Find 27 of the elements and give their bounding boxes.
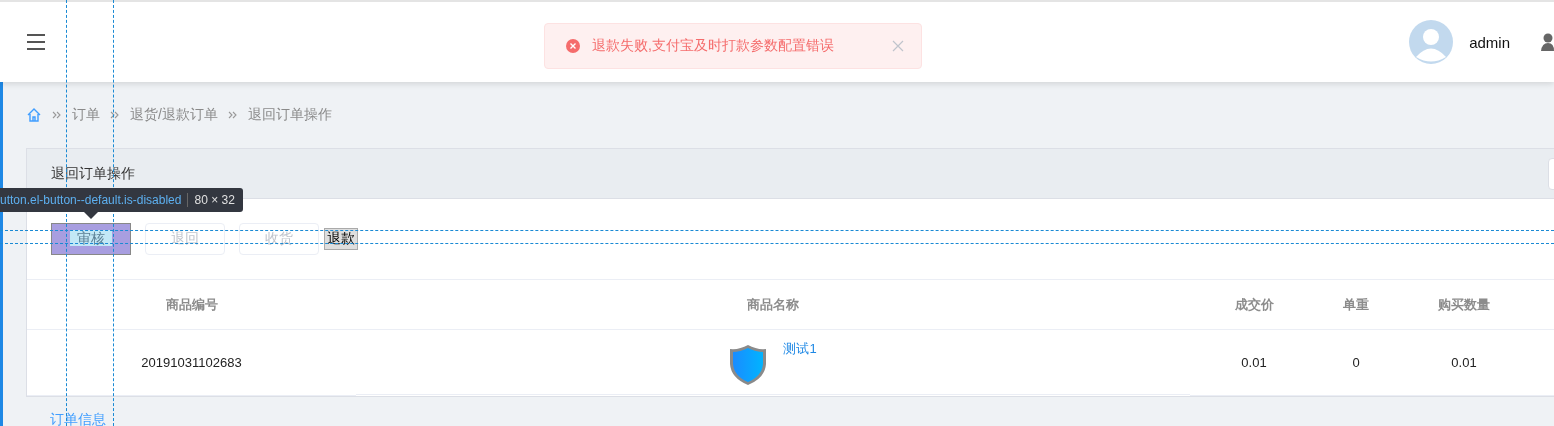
column-header: 单重 — [1318, 280, 1394, 330]
shield-icon — [729, 344, 768, 386]
column-header: 商品名称 — [356, 280, 1190, 330]
chevron-icon — [110, 110, 120, 120]
element-size: 80 × 32 — [194, 193, 235, 207]
error-icon — [566, 39, 580, 53]
user-name[interactable]: admin — [1469, 33, 1510, 51]
avatar-icon[interactable] — [1409, 20, 1454, 64]
breadcrumb-item[interactable]: 退货/退款订单 — [130, 106, 218, 124]
breadcrumb-item[interactable]: 订单 — [72, 106, 100, 124]
alert-message: 退款失败,支付宝及时打款参数配置错误 — [592, 37, 835, 55]
column-header: 成交价 — [1190, 280, 1318, 330]
table-cell: 0.01 — [1394, 330, 1534, 396]
home-icon[interactable] — [26, 107, 42, 123]
table-cell: 20191031102683 — [27, 330, 356, 396]
product-link[interactable]: 测试1 — [783, 340, 817, 358]
column-header: 购买数量 — [1394, 280, 1534, 330]
menu-icon[interactable] — [27, 34, 45, 50]
chevron-icon — [52, 110, 62, 120]
table-cell: 0 — [1318, 330, 1394, 396]
chevron-icon — [227, 110, 238, 120]
close-icon[interactable] — [892, 40, 904, 52]
column-header: 商品编号 — [27, 280, 356, 330]
table-cell: 0.01 — [1190, 330, 1318, 396]
user-icon[interactable] — [1540, 33, 1554, 51]
element-selector: utton.el-button--default.is-disabled — [0, 193, 182, 207]
breadcrumb-item[interactable]: 退回订单操作 — [247, 106, 332, 124]
